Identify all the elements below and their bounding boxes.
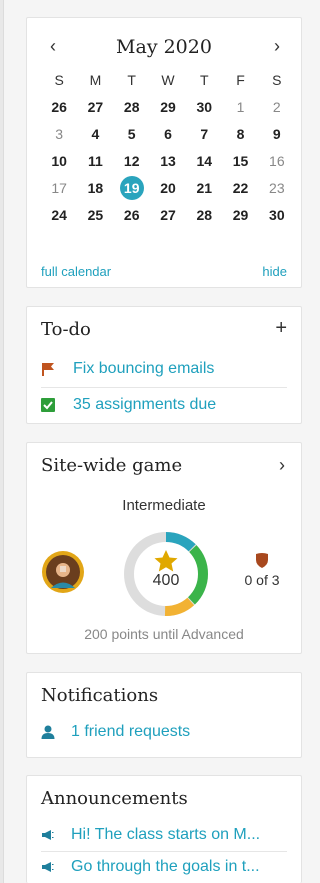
calendar-grid: S M T W T F S 26 27 28 29 30 1 2 3 4 5 6 7 8 9 10 11 12 13 14 15 16…	[41, 67, 295, 229]
weekday-label: F	[236, 71, 245, 88]
weekday-label: S	[54, 71, 64, 88]
calendar-day[interactable]: 30	[259, 207, 295, 223]
todo-title: To-do	[41, 319, 91, 340]
calendar-day[interactable]: 5	[114, 126, 150, 142]
hide-calendar-link[interactable]: hide	[262, 264, 287, 279]
avatar[interactable]	[41, 550, 85, 594]
star-icon	[154, 550, 178, 572]
left-edge	[0, 0, 4, 883]
calendar-card: ‹ May 2020 › S M T W T F S 26 27 28 29 30 1 2 3 4 5 6 7 8 9 1…	[26, 17, 302, 288]
calendar-week-row: 10 11 12 13 14 15 16	[41, 148, 295, 173]
calendar-day[interactable]: 9	[259, 126, 295, 142]
weekday-row: SMTWTFS	[41, 67, 295, 92]
user-icon	[41, 725, 55, 739]
calendar-day[interactable]: 25	[77, 207, 113, 223]
announcements-title: Announcements	[41, 788, 188, 809]
calendar-day[interactable]: 27	[150, 207, 186, 223]
calendar-week-row: 17 18 19 20 21 22 23	[41, 175, 295, 200]
calendar-day[interactable]: 15	[222, 153, 258, 169]
calendar-week-row: 26 27 28 29 30 1 2	[41, 94, 295, 119]
weekday-label: T	[127, 71, 136, 88]
calendar-day[interactable]: 1	[222, 99, 258, 115]
checkbox-icon	[41, 398, 55, 412]
calendar-day[interactable]: 17	[41, 180, 77, 196]
calendar-day[interactable]: 8	[222, 126, 258, 142]
calendar-day[interactable]: 22	[222, 180, 258, 196]
calendar-day[interactable]: 26	[114, 207, 150, 223]
calendar-header: ‹ May 2020 ›	[27, 36, 301, 60]
todo-item[interactable]: 35 assignments due	[41, 388, 287, 422]
game-expand-chevron[interactable]: ›	[279, 455, 285, 476]
calendar-day[interactable]: 23	[259, 180, 295, 196]
calendar-day[interactable]: 7	[186, 126, 222, 142]
weekday-label: W	[161, 71, 175, 88]
notification-label[interactable]: 1 friend requests	[71, 723, 190, 741]
weekday-label: T	[199, 71, 209, 88]
calendar-footer: full calendar hide	[41, 264, 287, 279]
megaphone-icon	[42, 830, 54, 840]
calendar-day[interactable]: 16	[259, 153, 295, 169]
todo-item[interactable]: Fix bouncing emails	[41, 352, 287, 386]
game-title: Site-wide game	[41, 455, 183, 476]
calendar-day[interactable]: 20	[150, 180, 186, 196]
points-value: 400	[152, 572, 180, 589]
calendar-month-title: May 2020	[116, 36, 212, 58]
calendar-day[interactable]: 6	[150, 126, 186, 142]
calendar-day[interactable]: 27	[77, 99, 113, 115]
today-marker[interactable]: 19	[119, 175, 144, 200]
calendar-day[interactable]: 28	[186, 207, 222, 223]
calendar-day[interactable]: 29	[222, 207, 258, 223]
flag-icon	[42, 363, 54, 376]
calendar-day[interactable]: 29	[150, 99, 186, 115]
todo-card: To-do + Fix bouncing emails 35 assignmen…	[26, 306, 302, 424]
calendar-day[interactable]: 11	[77, 153, 113, 169]
calendar-day[interactable]: 28	[114, 99, 150, 115]
announcement-label[interactable]: Hi! The class starts on M...	[71, 826, 260, 844]
calendar-day[interactable]: 12	[114, 153, 150, 169]
badge-count: 0 of 3	[244, 572, 280, 588]
calendar-day[interactable]: 10	[41, 153, 77, 169]
calendar-day[interactable]: 3	[41, 126, 77, 142]
add-todo-button[interactable]: +	[275, 317, 287, 340]
calendar-day[interactable]: 2	[259, 99, 295, 115]
calendar-day[interactable]: 24	[41, 207, 77, 223]
announcement-label[interactable]: Go through the goals in t...	[71, 858, 260, 876]
shield-icon	[256, 553, 268, 568]
calendar-day[interactable]: 26	[41, 99, 77, 115]
weekday-label: M	[89, 71, 102, 88]
announcement-item[interactable]: Go through the goals in t...	[41, 852, 291, 882]
announcements-card: Announcements Hi! The class starts on M.…	[26, 775, 302, 883]
calendar-day[interactable]: 30	[186, 99, 222, 115]
calendar-day[interactable]: 21	[186, 180, 222, 196]
points-until-text: 200 points until Advanced	[84, 626, 244, 642]
calendar-day[interactable]: 14	[186, 153, 222, 169]
calendar-day[interactable]: 18	[77, 180, 113, 196]
todo-item-label[interactable]: Fix bouncing emails	[73, 360, 214, 378]
notification-item[interactable]: 1 friend requests	[41, 723, 190, 741]
calendar-day[interactable]: 13	[150, 153, 186, 169]
game-card: Site-wide game › Intermediate 400 0 of 3…	[26, 442, 302, 654]
full-calendar-link[interactable]: full calendar	[41, 264, 111, 279]
badge-counter[interactable]: 0 of 3	[237, 552, 287, 590]
todo-item-label[interactable]: 35 assignments due	[73, 396, 216, 414]
calendar-day-today[interactable]: 19	[114, 175, 150, 200]
game-level: Intermediate	[122, 497, 206, 514]
announcement-item[interactable]: Hi! The class starts on M...	[41, 820, 291, 850]
calendar-day[interactable]: 4	[77, 126, 113, 142]
megaphone-icon	[42, 862, 54, 872]
calendar-week-row: 24 25 26 27 28 29 30	[41, 202, 295, 227]
next-month-button[interactable]: ›	[267, 36, 287, 57]
notifications-card: Notifications 1 friend requests	[26, 672, 302, 758]
notifications-title: Notifications	[41, 685, 159, 706]
weekday-label: S	[272, 71, 282, 88]
calendar-week-row: 3456789	[41, 121, 295, 146]
